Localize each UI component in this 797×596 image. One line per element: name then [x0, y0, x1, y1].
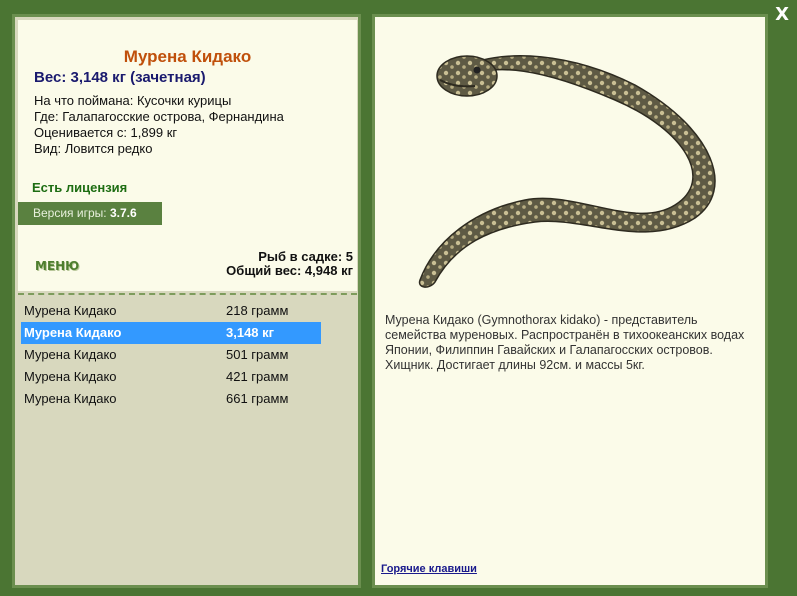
- detail-min-weight: Оценивается с: 1,899 кг: [34, 125, 178, 140]
- list-item[interactable]: Мурена Кидако 218 грамм: [21, 300, 321, 322]
- list-item[interactable]: Мурена Кидако 421 грамм: [21, 366, 321, 388]
- divider: [18, 293, 357, 295]
- list-item-name: Мурена Кидако: [24, 391, 117, 406]
- list-item-name: Мурена Кидако: [24, 325, 122, 340]
- version-label: Версия игры:: [33, 206, 110, 220]
- list-item-weight: 661 грамм: [226, 391, 289, 406]
- total-weight: Общий вес: 4,948 кг: [226, 263, 353, 278]
- list-item-weight: 501 грамм: [226, 347, 289, 362]
- moray-eel-image: [418, 55, 716, 288]
- list-item-name: Мурена Кидако: [24, 347, 117, 362]
- eel-head: [436, 55, 498, 97]
- eel-eye: [473, 66, 481, 74]
- list-item-name: Мурена Кидако: [24, 303, 117, 318]
- fish-count: Рыб в садке: 5: [258, 249, 353, 264]
- catch-stats: Рыб в садке: 5 Общий вес: 4,948 кг: [226, 250, 353, 278]
- list-item-name: Мурена Кидако: [24, 369, 117, 384]
- list-item-weight: 421 грамм: [226, 369, 289, 384]
- fish-description: Мурена Кидако (Gymnothorax kidako) - пре…: [385, 313, 745, 372]
- version-bar: Версия игры: 3.7.6: [18, 202, 162, 225]
- hotkeys-link[interactable]: Горячие клавиши: [381, 563, 477, 575]
- detail-bait: На что поймана: Кусочки курицы: [34, 93, 232, 108]
- list-item[interactable]: Мурена Кидако 501 грамм: [21, 344, 321, 366]
- list-item-weight: 3,148 кг: [226, 325, 275, 340]
- version-value: 3.7.6: [109, 206, 137, 220]
- close-button[interactable]: X: [775, 4, 789, 25]
- detail-location: Где: Галапагосские острова, Фернандина: [34, 109, 284, 124]
- list-item-weight: 218 грамм: [226, 303, 289, 318]
- license-status: Есть лицензия: [32, 180, 128, 195]
- detail-rarity: Вид: Ловится редко: [34, 141, 153, 156]
- fish-weight: Вес: 3,148 кг (зачетная): [34, 69, 206, 86]
- menu-button[interactable]: МЕНЮ: [35, 259, 79, 273]
- list-item-selected[interactable]: Мурена Кидако 3,148 кг: [21, 322, 321, 344]
- fish-title: Мурена Кидако: [123, 47, 252, 66]
- list-item[interactable]: Мурена Кидако 661 грамм: [21, 388, 321, 410]
